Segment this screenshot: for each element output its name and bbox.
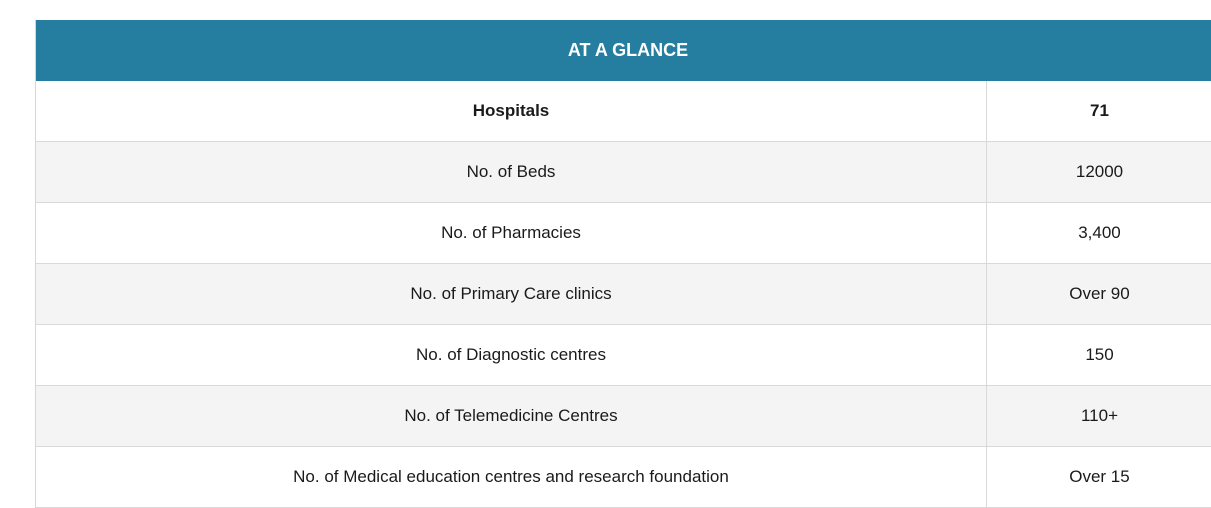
at-a-glance-table: AT A GLANCE Hospitals 71 No. of Beds 120… <box>35 20 1211 508</box>
row-value: 12000 <box>1075 162 1124 181</box>
row-value: 150 <box>1085 345 1114 364</box>
row-label: No. of Medical education centres and res… <box>36 447 987 507</box>
table-row-beds: No. of Beds 12000 <box>36 142 1211 203</box>
row-label: No. of Pharmacies <box>36 203 987 263</box>
row-label: No. of Telemedicine Centres <box>36 386 987 446</box>
table-row-diagnostic: No. of Diagnostic centres 150 <box>36 325 1211 386</box>
table-row-telemedicine: No. of Telemedicine Centres 110+ <box>36 386 1211 447</box>
table-row-primary-care: No. of Primary Care clinics Over 90 <box>36 264 1211 325</box>
row-value: Over 90 <box>1069 284 1130 303</box>
row-label: No. of Diagnostic centres <box>36 325 987 385</box>
row-label: No. of Primary Care clinics <box>36 264 987 324</box>
table-title: AT A GLANCE <box>567 40 689 60</box>
row-value: 3,400 <box>1078 223 1121 242</box>
row-value: 110+ <box>1080 406 1119 425</box>
row-value: Over 15 <box>1069 467 1130 486</box>
table-row-hospitals: Hospitals 71 <box>36 81 1211 142</box>
table-row-pharmacies: No. of Pharmacies 3,400 <box>36 203 1211 264</box>
row-label: No. of Beds <box>36 142 987 202</box>
table-header: AT A GLANCE <box>36 20 1211 81</box>
row-value: 71 <box>1090 101 1109 120</box>
row-label: Hospitals <box>36 81 987 141</box>
table-row-medical-education: No. of Medical education centres and res… <box>36 447 1211 508</box>
